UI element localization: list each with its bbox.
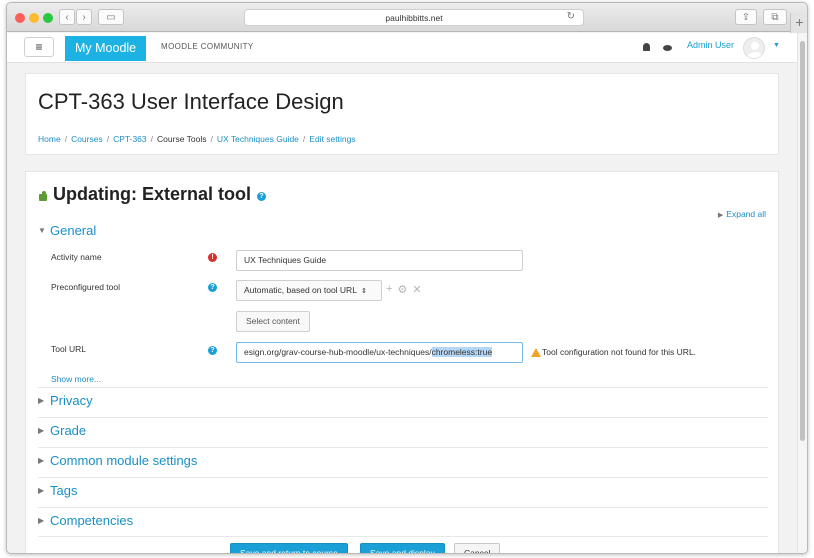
breadcrumb-separator: / <box>210 134 213 144</box>
show-more-link[interactable]: Show more... <box>51 374 101 384</box>
caret-right-icon: ▶ <box>38 486 45 495</box>
preconfigured-tool-label: Preconfigured tool <box>51 282 120 292</box>
new-tab-button[interactable]: + <box>790 13 807 33</box>
help-icon[interactable]: ? <box>208 283 217 292</box>
section-general[interactable]: ▼ General <box>38 223 96 238</box>
breadcrumb-separator: / <box>302 134 306 144</box>
divider <box>38 536 768 537</box>
divider <box>38 447 768 448</box>
menu-toggle-button[interactable]: ≡ <box>24 37 54 57</box>
breadcrumb-separator: / <box>106 134 110 144</box>
tool-url-selected-text: chromeless:true <box>431 347 493 357</box>
scrollbar-thumb[interactable] <box>800 41 805 441</box>
preconfigured-tool-select[interactable]: Automatic, based on tool URL ⇕ <box>236 280 382 301</box>
section-common-module-settings-label: Common module settings <box>50 453 198 468</box>
preconfigured-tool-value: Automatic, based on tool URL <box>244 285 357 295</box>
settings-icon[interactable]: ⚙ <box>397 283 407 296</box>
section-grade-label: Grade <box>50 423 87 438</box>
tool-actions: + ⚙ ✕ <box>386 283 422 296</box>
edit-form-card: Updating: External tool ? ▶ Expand all ▼ … <box>25 171 779 553</box>
sidebar-toggle-button[interactable]: ▭ <box>98 9 124 25</box>
page-scrollbar[interactable] <box>797 33 807 553</box>
page-header-card: CPT-363 User Interface Design Home / Cou… <box>25 73 779 155</box>
avatar[interactable] <box>743 37 765 59</box>
help-icon[interactable]: ? <box>257 192 266 201</box>
close-window-button[interactable] <box>15 13 25 23</box>
section-grade[interactable]: ▶ Grade <box>38 423 86 438</box>
required-icon: ! <box>208 253 217 262</box>
minimize-window-button[interactable] <box>29 13 39 23</box>
section-competencies[interactable]: ▶ Competencies <box>38 513 133 528</box>
section-privacy[interactable]: ▶ Privacy <box>38 393 93 408</box>
expand-all-label: Expand all <box>726 209 766 219</box>
back-button[interactable]: ‹ <box>59 9 75 25</box>
address-bar-text: paulhibbitts.net <box>385 12 443 23</box>
breadcrumb-edit-settings[interactable]: Edit settings <box>309 134 355 144</box>
section-privacy-label: Privacy <box>50 393 93 408</box>
breadcrumb: Home / Courses / CPT-363 / Course Tools … <box>38 134 356 144</box>
brand-link[interactable]: My Moodle <box>65 36 147 61</box>
breadcrumb-courses[interactable]: Courses <box>71 134 103 144</box>
tool-url-label: Tool URL <box>51 344 86 354</box>
breadcrumb-separator: / <box>64 134 68 144</box>
save-and-return-button[interactable]: Save and return to course <box>230 543 348 553</box>
add-icon[interactable]: + <box>386 283 392 296</box>
browser-window: ‹ › ▭ paulhibbitts.net ↻ ⇪ ⧉ + ≡ My Mood… <box>6 2 808 554</box>
tabs-overview-button[interactable]: ⧉ <box>763 9 787 25</box>
form-heading: Updating: External tool ? <box>38 184 266 205</box>
reload-icon[interactable]: ↻ <box>567 11 575 22</box>
activity-name-label: Activity name <box>51 252 102 262</box>
section-tags-label: Tags <box>50 483 78 498</box>
community-link[interactable]: MOODLE COMMUNITY <box>161 42 254 51</box>
caret-right-icon: ▶ <box>38 426 45 435</box>
caret-right-icon: ▶ <box>38 396 45 405</box>
caret-right-icon: ▶ <box>717 212 724 219</box>
forward-button[interactable]: › <box>76 9 92 25</box>
page-title: CPT-363 User Interface Design <box>38 89 344 114</box>
caret-right-icon: ▶ <box>38 456 45 465</box>
breadcrumb-course[interactable]: CPT-363 <box>113 134 147 144</box>
caret-right-icon: ▶ <box>38 516 45 525</box>
maximize-window-button[interactable] <box>43 13 53 23</box>
breadcrumb-home[interactable]: Home <box>38 134 61 144</box>
page-viewport: ≡ My Moodle MOODLE COMMUNITY Admin User … <box>7 33 799 553</box>
section-tags[interactable]: ▶ Tags <box>38 483 77 498</box>
breadcrumb-separator: / <box>150 134 154 144</box>
tool-url-input[interactable]: esign.org/grav-course-hub-moodle/ux-tech… <box>236 342 523 363</box>
select-content-button[interactable]: Select content <box>236 311 310 332</box>
share-button[interactable]: ⇪ <box>735 9 757 25</box>
caret-down-icon: ▼ <box>38 226 46 235</box>
help-icon[interactable]: ? <box>208 346 217 355</box>
browser-toolbar: ‹ › ▭ paulhibbitts.net ↻ ⇪ ⧉ + <box>7 3 807 33</box>
divider <box>38 417 768 418</box>
select-arrows-icon: ⇕ <box>360 288 367 295</box>
breadcrumb-activity[interactable]: UX Techniques Guide <box>217 134 299 144</box>
divider <box>38 387 768 388</box>
divider <box>38 477 768 478</box>
breadcrumb-course-tools: Course Tools <box>157 134 207 144</box>
form-title: Updating: External tool <box>53 184 251 204</box>
tool-url-warning-text: Tool configuration not found for this UR… <box>542 347 697 357</box>
user-menu-name[interactable]: Admin User <box>687 40 734 50</box>
expand-all-link[interactable]: ▶ Expand all <box>718 209 766 219</box>
section-common-module-settings[interactable]: ▶ Common module settings <box>38 453 197 468</box>
section-general-label: General <box>50 223 97 238</box>
address-bar[interactable]: paulhibbitts.net ↻ <box>244 9 584 26</box>
moodle-navbar: ≡ My Moodle MOODLE COMMUNITY Admin User … <box>7 33 799 63</box>
section-competencies-label: Competencies <box>50 513 134 528</box>
divider <box>38 507 768 508</box>
puzzle-icon <box>38 191 49 202</box>
message-icon[interactable] <box>663 45 672 51</box>
cancel-button[interactable]: Cancel <box>454 543 501 553</box>
remove-icon[interactable]: ✕ <box>412 283 421 296</box>
activity-name-input[interactable]: UX Techniques Guide <box>236 250 523 271</box>
tool-url-warning: Tool configuration not found for this UR… <box>531 347 696 357</box>
chevron-down-icon[interactable]: ▼ <box>773 42 780 49</box>
tool-url-text: esign.org/grav-course-hub-moodle/ux-tech… <box>244 347 432 357</box>
save-and-display-button[interactable]: Save and display <box>360 543 445 553</box>
bell-icon[interactable] <box>643 43 650 51</box>
warning-icon <box>531 347 541 357</box>
